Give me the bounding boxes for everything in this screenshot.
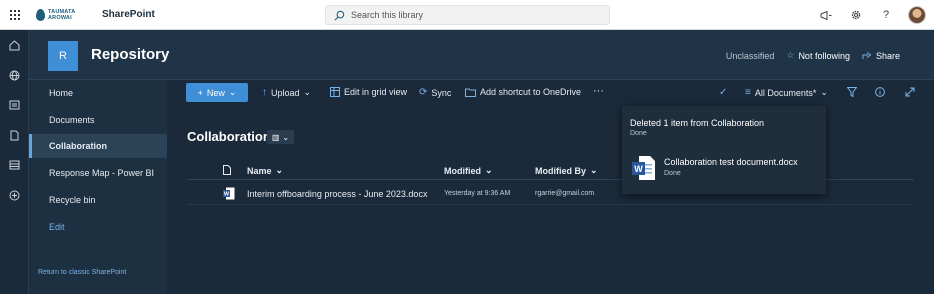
grid-label: Edit in grid view [344,87,408,97]
column-modified-label: Modified [444,165,481,176]
search-placeholder: Search this library [351,10,424,20]
nav-item-recycle-bin[interactable]: Recycle bin [29,188,167,212]
follow-label: Not following [798,50,850,61]
chevron-down-icon: ⌄ [303,87,312,97]
site-header-actions: Unclassified ☆ Not following Share [726,50,900,61]
chevron-down-icon: ⌄ [590,165,598,175]
sync-icon: ⟳ [419,87,428,98]
column-modified-by[interactable]: Modified By ⌄ [535,165,598,176]
library-view-switcher[interactable]: ▥ ⌄ [267,130,294,144]
svg-text:W: W [224,192,230,198]
sync-button[interactable]: ⟳ Sync [419,87,451,98]
share-label: Share [875,50,900,61]
view-label: All Documents* [754,87,817,98]
notification-title: Deleted 1 item from Collaboration [630,118,765,128]
share-button[interactable]: Share [862,51,900,61]
modified-cell: Yesterday at 9:36 AM [444,190,511,197]
star-icon: ☆ [786,50,795,60]
megaphone-icon[interactable] [818,7,834,23]
suite-bar: TAUMATA AROWAI SharePoint Search this li… [0,0,934,30]
filter-icon[interactable] [847,87,857,97]
logo-text-line-2: AROWAI [48,15,72,21]
add-circle-icon[interactable] [0,180,29,210]
sync-label: Sync [431,87,452,98]
column-modified-by-label: Modified By [535,165,586,176]
site-navigation: Home Documents Collaboration Response Ma… [29,80,167,294]
document-icon[interactable] [0,120,29,150]
list-icon[interactable] [0,150,29,180]
view-selector[interactable]: ≡ All Documents* ⌄ [745,87,828,98]
library-icon: ▥ [271,132,280,142]
site-header: R Repository Unclassified ☆ Not followin… [29,30,934,80]
nav-item-home[interactable]: Home [29,81,167,105]
chevron-down-icon: ⌄ [275,165,284,175]
nav-item-response-map[interactable]: Response Map - Power BI [29,161,167,185]
view-options-icon: ≡ [745,87,751,98]
modified-by-cell[interactable]: rgarrie@gmail.com [535,190,594,197]
new-button[interactable]: + New ⌄ [186,83,248,102]
site-title[interactable]: Repository [91,46,169,63]
app-brand[interactable]: SharePoint [102,9,155,20]
search-icon [334,10,345,20]
org-logo[interactable]: TAUMATA AROWAI [36,5,90,25]
nav-item-collaboration[interactable]: Collaboration [29,134,167,158]
nav-edit-link[interactable]: Edit [29,215,167,239]
news-icon[interactable] [0,90,29,120]
notification-file-name[interactable]: Collaboration test document.docx [664,157,798,167]
globe-icon[interactable] [0,60,29,90]
chevron-down-icon: ⌄ [228,87,237,97]
column-name[interactable]: Name ⌄ [247,165,283,176]
nav-item-documents[interactable]: Documents [29,108,167,132]
logo-drop-icon [36,9,45,21]
chevron-down-icon: ⌄ [282,132,290,142]
file-type-column-icon[interactable] [223,165,231,175]
notification-status: Done [630,130,647,137]
notification-file-status: Done [664,170,681,177]
info-icon[interactable] [875,87,885,97]
share-icon [862,52,872,59]
shortcut-label: Add shortcut to OneDrive [480,87,582,97]
home-icon[interactable] [0,30,29,60]
new-label: New [206,87,225,98]
grid-icon [330,87,340,97]
suite-actions: ? [818,0,926,30]
word-icon: W [223,187,235,200]
site-logo[interactable]: R [48,41,78,71]
command-bar: + New ⌄ ↑ Upload ⌄ Edit in grid view ⟳ S… [167,80,934,106]
notification-panel: Deleted 1 item from Collaboration Done W… [622,106,826,194]
add-shortcut-button[interactable]: Add shortcut to OneDrive [465,87,581,97]
app-rail [0,30,29,294]
classic-sharepoint-link[interactable]: Return to classic SharePoint [38,269,126,276]
chevron-down-icon: ⌄ [820,87,828,97]
shortcut-icon [465,88,476,97]
file-name-link[interactable]: Interim offboarding process - June 2023.… [247,189,427,199]
column-modified[interactable]: Modified ⌄ [444,165,493,176]
check-icon[interactable]: ✓ [719,87,727,98]
plus-icon: + [197,87,203,98]
svg-text:W: W [634,164,643,174]
more-button[interactable]: ··· [593,85,604,97]
follow-button[interactable]: ☆ Not following [786,50,850,61]
avatar[interactable] [908,6,926,24]
word-icon: W [632,156,655,180]
help-icon[interactable]: ? [878,7,894,23]
classification-label: Unclassified [725,50,775,61]
expand-icon[interactable] [905,87,915,97]
upload-label: Upload [271,87,300,98]
column-name-label: Name [247,165,272,176]
upload-button[interactable]: ↑ Upload ⌄ [262,87,311,98]
gear-icon[interactable] [848,7,864,23]
search-input[interactable]: Search this library [325,5,610,25]
waffle-icon[interactable] [0,0,29,30]
edit-grid-button[interactable]: Edit in grid view [330,87,407,97]
upload-icon: ↑ [262,87,267,98]
chevron-down-icon: ⌄ [485,165,493,175]
library-title: Collaboration [187,129,271,144]
